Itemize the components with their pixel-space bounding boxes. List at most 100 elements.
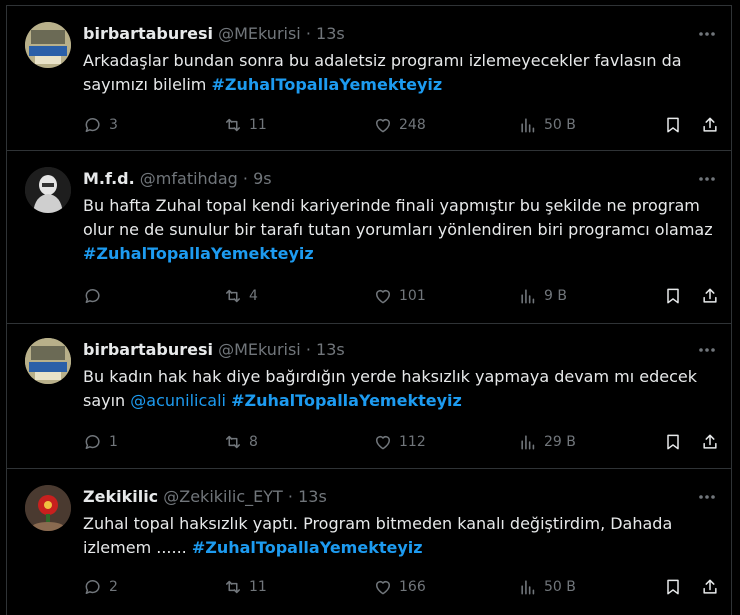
share-button[interactable] <box>700 286 720 306</box>
bookmark-button[interactable] <box>663 432 683 452</box>
views-button[interactable]: 50 B <box>518 577 576 597</box>
avatar[interactable] <box>25 22 71 68</box>
tweet-time[interactable]: 13s <box>316 24 345 43</box>
tweet-card[interactable]: birbartaburesi @MEkurisi · 13s Arkadaşla… <box>6 5 732 150</box>
tweet-card[interactable]: birbartaburesi @MEkurisi · 13s Bu kadın … <box>6 323 732 468</box>
like-icon <box>376 581 390 595</box>
retweet-button[interactable]: 11 <box>223 115 267 135</box>
hashtag-link[interactable]: #ZuhalTopallaYemekteyiz <box>211 75 442 94</box>
bookmark-icon <box>667 434 679 450</box>
retweet-icon <box>226 435 240 449</box>
like-count: 248 <box>399 117 426 133</box>
bookmark-icon <box>667 288 679 304</box>
reply-count: 2 <box>109 579 118 595</box>
tweet-text: Bu kadın hak hak diye bağırdığın yerde h… <box>83 365 713 413</box>
views-icon <box>521 118 535 133</box>
reply-count: 3 <box>109 117 118 133</box>
more-icon[interactable] <box>697 489 717 505</box>
separator-dot: · <box>305 24 311 43</box>
bookmark-button[interactable] <box>663 577 683 597</box>
separator-dot: · <box>242 169 248 188</box>
avatar[interactable] <box>25 338 71 384</box>
retweet-button[interactable]: 8 <box>223 432 258 452</box>
share-button[interactable] <box>700 577 720 597</box>
tweet-text: Zuhal topal haksızlık yaptı. Program bit… <box>83 512 713 560</box>
tweet-header: Zekikilic @Zekikilic_EYT · 13s <box>83 487 327 506</box>
hashtag-link[interactable]: #ZuhalTopallaYemekteyiz <box>231 391 462 410</box>
tweet-actions: 3 11 248 50 B <box>83 115 723 137</box>
reply-button[interactable] <box>83 286 109 306</box>
like-icon <box>376 119 390 133</box>
like-button[interactable]: 248 <box>373 115 426 135</box>
author-handle[interactable]: @MEkurisi <box>218 340 301 359</box>
reply-button[interactable]: 2 <box>83 577 118 597</box>
author-name[interactable]: M.f.d. <box>83 169 135 188</box>
like-icon <box>376 436 390 450</box>
views-icon <box>521 289 535 304</box>
retweet-button[interactable]: 11 <box>223 577 267 597</box>
share-button[interactable] <box>700 432 720 452</box>
views-count: 9 B <box>544 288 567 304</box>
tweet-card[interactable]: Zekikilic @Zekikilic_EYT · 13s Zuhal top… <box>6 468 732 615</box>
tweet-header: M.f.d. @mfatihdag · 9s <box>83 169 272 188</box>
author-name[interactable]: Zekikilic <box>83 487 158 506</box>
tweet-actions: 1 8 112 29 B <box>83 432 723 454</box>
avatar-image <box>25 338 71 384</box>
like-count: 112 <box>399 434 426 450</box>
more-icon[interactable] <box>697 26 717 42</box>
tweet-text: Arkadaşlar bundan sonra bu adaletsiz pro… <box>83 49 713 97</box>
more-icon[interactable] <box>697 171 717 187</box>
views-count: 29 B <box>544 434 576 450</box>
share-icon <box>703 579 717 594</box>
tweet-text: Bu hafta Zuhal topal kendi kariyerinde f… <box>83 194 713 266</box>
retweet-button[interactable]: 4 <box>223 286 258 306</box>
author-handle[interactable]: @MEkurisi <box>218 24 301 43</box>
retweet-count: 8 <box>249 434 258 450</box>
share-icon <box>703 434 717 449</box>
share-button[interactable] <box>700 115 720 135</box>
views-button[interactable]: 29 B <box>518 432 576 452</box>
avatar[interactable] <box>25 485 71 531</box>
like-button[interactable]: 101 <box>373 286 426 306</box>
avatar[interactable] <box>25 167 71 213</box>
bookmark-icon <box>667 579 679 595</box>
like-button[interactable]: 112 <box>373 432 426 452</box>
tweet-card[interactable]: M.f.d. @mfatihdag · 9s Bu hafta Zuhal to… <box>6 150 732 323</box>
more-icon[interactable] <box>697 342 717 358</box>
retweet-icon <box>226 289 240 303</box>
hashtag-link[interactable]: #ZuhalTopallaYemekteyiz <box>83 244 314 263</box>
share-icon <box>703 117 717 132</box>
tweet-actions: 2 11 166 50 B <box>83 577 723 599</box>
retweet-count: 11 <box>249 117 267 133</box>
like-icon <box>376 290 390 304</box>
hashtag-link[interactable]: #ZuhalTopallaYemekteyiz <box>192 538 423 557</box>
author-name[interactable]: birbartaburesi <box>83 24 213 43</box>
like-button[interactable]: 166 <box>373 577 426 597</box>
tweet-time[interactable]: 13s <box>298 487 327 506</box>
author-handle[interactable]: @mfatihdag <box>140 169 238 188</box>
reply-button[interactable]: 3 <box>83 115 118 135</box>
like-count: 101 <box>399 288 426 304</box>
tweet-body: Bu hafta Zuhal topal kendi kariyerinde f… <box>83 196 713 239</box>
share-icon <box>703 288 717 303</box>
separator-dot: · <box>305 340 311 359</box>
bookmark-button[interactable] <box>663 286 683 306</box>
views-icon <box>521 580 535 595</box>
avatar-image <box>25 22 71 68</box>
avatar-image <box>25 485 71 531</box>
views-button[interactable]: 9 B <box>518 286 567 306</box>
tweet-actions: 4 101 9 B <box>83 286 723 308</box>
avatar-image <box>25 167 71 213</box>
reply-icon <box>85 118 100 132</box>
author-name[interactable]: birbartaburesi <box>83 340 213 359</box>
mention-link[interactable]: @acunilicali <box>130 391 226 410</box>
author-handle[interactable]: @Zekikilic_EYT <box>163 487 283 506</box>
retweet-count: 4 <box>249 288 258 304</box>
reply-button[interactable]: 1 <box>83 432 118 452</box>
tweet-time[interactable]: 9s <box>253 169 272 188</box>
bookmark-button[interactable] <box>663 115 683 135</box>
tweet-header: birbartaburesi @MEkurisi · 13s <box>83 340 345 359</box>
views-button[interactable]: 50 B <box>518 115 576 135</box>
reply-icon <box>85 289 100 303</box>
tweet-time[interactable]: 13s <box>316 340 345 359</box>
